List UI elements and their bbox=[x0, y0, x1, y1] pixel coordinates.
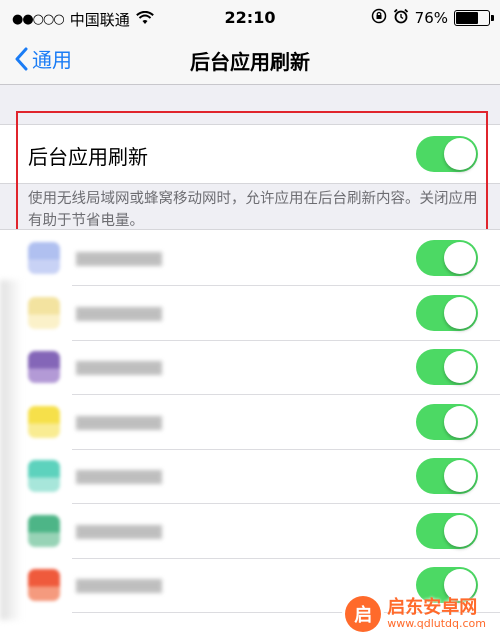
app-name-blurred bbox=[76, 470, 162, 484]
app-refresh-toggle[interactable] bbox=[416, 349, 478, 385]
app-icon bbox=[28, 296, 60, 329]
app-row bbox=[0, 396, 500, 450]
app-row bbox=[0, 341, 500, 395]
alarm-icon bbox=[393, 8, 409, 28]
app-refresh-toggle[interactable] bbox=[416, 294, 478, 331]
app-row bbox=[0, 287, 500, 341]
toggle-knob bbox=[444, 405, 476, 438]
app-refresh-toggle[interactable] bbox=[416, 403, 478, 440]
status-bar: ●●○○○ 中国联通 22:10 76% bbox=[0, 0, 500, 36]
orientation-lock-icon bbox=[371, 8, 387, 28]
page-title: 后台应用刷新 bbox=[190, 50, 310, 74]
blur-smear bbox=[0, 280, 22, 620]
watermark-logo: 启 bbox=[345, 596, 382, 632]
app-icon bbox=[28, 514, 60, 547]
app-refresh-toggle[interactable] bbox=[416, 458, 478, 494]
app-icon bbox=[28, 569, 60, 601]
battery-percent: 76% bbox=[414, 9, 448, 27]
toggle-knob bbox=[444, 296, 476, 329]
battery-level bbox=[456, 12, 479, 24]
app-row bbox=[0, 450, 500, 504]
navigation-bar: 通用 后台应用刷新 bbox=[0, 36, 500, 85]
app-name-blurred bbox=[76, 579, 162, 593]
background-refresh-label: 后台应用刷新 bbox=[28, 145, 148, 169]
app-row bbox=[0, 505, 500, 559]
app-name-blurred bbox=[76, 306, 162, 321]
app-icon bbox=[28, 242, 60, 274]
app-row bbox=[0, 232, 500, 286]
background-refresh-row: 后台应用刷新 bbox=[0, 124, 500, 184]
background-refresh-toggle[interactable] bbox=[416, 136, 478, 172]
toggle-knob bbox=[444, 514, 476, 547]
toggle-knob bbox=[444, 242, 476, 274]
app-name-blurred bbox=[76, 361, 162, 375]
watermark-text: 启东安卓网 www.qdlutdq.com bbox=[387, 596, 486, 630]
toggle-knob bbox=[444, 138, 476, 170]
app-icon bbox=[28, 405, 60, 438]
app-name-blurred bbox=[76, 252, 162, 266]
app-icon bbox=[28, 460, 60, 492]
toggle-knob bbox=[444, 351, 476, 383]
app-refresh-toggle[interactable] bbox=[416, 512, 478, 549]
watermark-name: 启东安卓网 bbox=[387, 596, 478, 618]
setting-description: 使用无线局域网或蜂窝移动网时，允许应用在后台刷新内容。关闭应用有助于节省电量。 bbox=[28, 191, 478, 229]
watermark: 启 启东安卓网 www.qdlutdq.com bbox=[345, 596, 486, 632]
app-icon bbox=[28, 351, 60, 383]
toggle-knob bbox=[444, 460, 476, 492]
battery-icon bbox=[454, 10, 494, 26]
app-name-blurred bbox=[76, 415, 162, 430]
app-refresh-toggle[interactable] bbox=[416, 240, 478, 276]
watermark-url: www.qdlutdq.com bbox=[387, 616, 486, 630]
app-list bbox=[0, 229, 500, 641]
status-right: 76% bbox=[371, 8, 494, 28]
app-name-blurred bbox=[76, 524, 162, 539]
